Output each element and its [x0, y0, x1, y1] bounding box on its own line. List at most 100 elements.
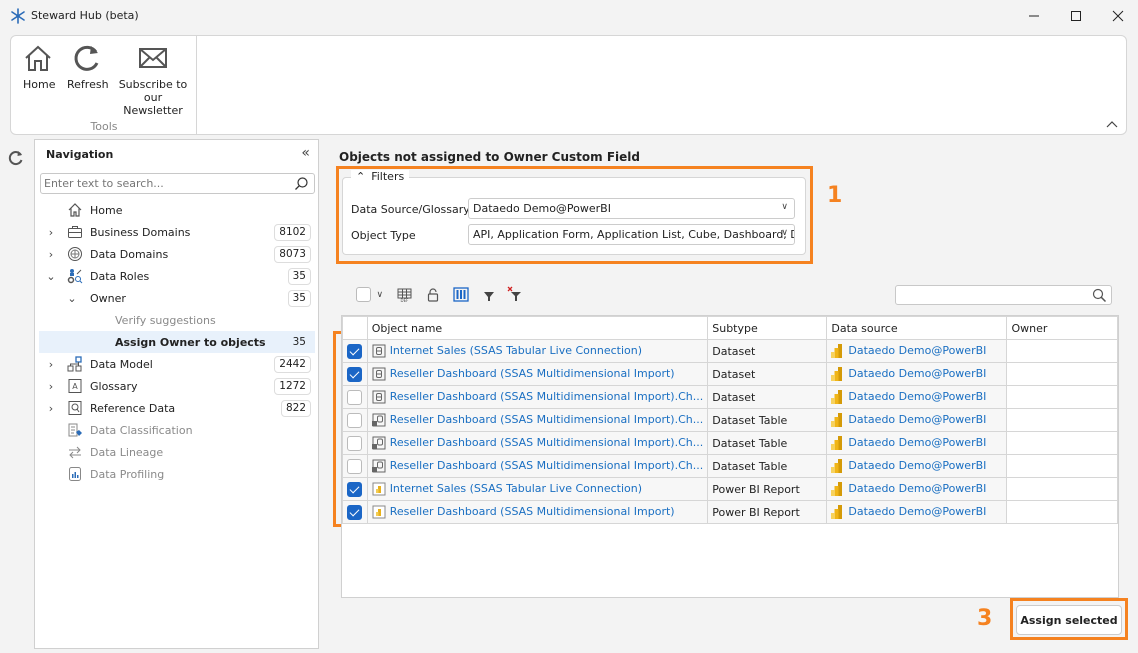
row-checkbox[interactable]	[347, 389, 363, 405]
owner-cell[interactable]	[1006, 362, 1118, 386]
nav-item-glossary[interactable]: › A Glossary 1272	[39, 375, 315, 397]
data-source-link[interactable]: Dataedo Demo@PowerBI	[848, 390, 986, 403]
grid-search[interactable]	[895, 285, 1112, 305]
row-select-cell[interactable]	[342, 477, 368, 501]
owner-cell[interactable]	[1006, 454, 1118, 478]
object-name-link[interactable]: Reseller Dashboard (SSAS Multidimensiona…	[390, 390, 704, 403]
data-source-cell[interactable]: Dataedo Demo@PowerBI	[826, 408, 1008, 432]
navigation-search-input[interactable]	[41, 174, 281, 193]
subscribe-newsletter-button[interactable]: Subscribe to our Newsletter	[117, 44, 189, 117]
clear-filter-icon[interactable]	[507, 286, 522, 302]
table-row[interactable]: Reseller Dashboard (SSAS Multidimensiona…	[342, 431, 1118, 455]
column-definition-icon[interactable]: DEF	[397, 288, 412, 302]
object-name-link[interactable]: Reseller Dashboard (SSAS Multidimensiona…	[390, 413, 704, 426]
column-header-owner[interactable]: Owner	[1006, 316, 1118, 340]
row-select-cell[interactable]	[342, 431, 368, 455]
nav-item-verify-suggestions[interactable]: Verify suggestions	[39, 309, 315, 331]
chevron-down-icon[interactable]: ⌄	[46, 270, 56, 283]
search-icon[interactable]	[294, 176, 309, 191]
chevron-right-icon[interactable]: ›	[46, 402, 56, 415]
row-checkbox[interactable]	[347, 435, 363, 451]
nav-item-data-profiling[interactable]: Data Profiling	[39, 463, 315, 485]
object-name-cell[interactable]: Reseller Dashboard (SSAS Multidimensiona…	[366, 362, 709, 386]
object-name-link[interactable]: Reseller Dashboard (SSAS Multidimensiona…	[390, 505, 675, 518]
data-source-link[interactable]: Dataedo Demo@PowerBI	[848, 344, 986, 357]
nav-item-data-roles[interactable]: ⌄ Data Roles 35	[39, 265, 315, 287]
row-select-cell[interactable]	[342, 454, 368, 478]
select-all-checkbox[interactable]	[356, 287, 371, 302]
nav-item-data-lineage[interactable]: Data Lineage	[39, 441, 315, 463]
column-header-subtype[interactable]: Subtype	[707, 316, 828, 340]
assign-selected-button[interactable]: Assign selected	[1016, 605, 1122, 635]
data-source-cell[interactable]: Dataedo Demo@PowerBI	[826, 500, 1008, 524]
object-name-cell[interactable]: Reseller Dashboard (SSAS Multidimensiona…	[366, 500, 709, 524]
chevron-right-icon[interactable]: ›	[46, 226, 56, 239]
columns-icon[interactable]	[453, 287, 469, 302]
row-checkbox[interactable]	[347, 366, 363, 382]
nav-item-data-domains[interactable]: › Data Domains 8073	[39, 243, 315, 265]
navigation-search[interactable]	[40, 173, 315, 194]
object-name-link[interactable]: Reseller Dashboard (SSAS Multidimensiona…	[390, 367, 675, 380]
owner-cell[interactable]	[1006, 431, 1118, 455]
data-source-link[interactable]: Dataedo Demo@PowerBI	[848, 367, 986, 380]
unlock-icon[interactable]	[427, 288, 439, 302]
column-header-data-source[interactable]: Data source	[826, 316, 1008, 340]
data-source-link[interactable]: Dataedo Demo@PowerBI	[848, 459, 986, 472]
collapse-navigation-icon[interactable]: «	[301, 145, 310, 161]
data-source-link[interactable]: Dataedo Demo@PowerBI	[848, 482, 986, 495]
data-source-link[interactable]: Dataedo Demo@PowerBI	[848, 436, 986, 449]
table-row[interactable]: Reseller Dashboard (SSAS Multidimensiona…	[342, 454, 1118, 478]
close-button[interactable]	[1098, 0, 1138, 32]
owner-cell[interactable]	[1006, 477, 1118, 501]
nav-item-reference-data[interactable]: › Reference Data 822	[39, 397, 315, 419]
row-select-cell[interactable]	[342, 339, 368, 363]
chevron-down-icon[interactable]: ⌄	[67, 292, 77, 305]
maximize-button[interactable]	[1056, 0, 1096, 32]
row-checkbox[interactable]	[347, 504, 363, 520]
chevron-down-icon[interactable]: ∨	[377, 290, 384, 300]
home-button[interactable]: Home	[23, 44, 55, 91]
data-source-link[interactable]: Dataedo Demo@PowerBI	[848, 505, 986, 518]
owner-cell[interactable]	[1006, 408, 1118, 432]
minimize-button[interactable]	[1014, 0, 1054, 32]
row-select-cell[interactable]	[342, 385, 368, 409]
object-name-link[interactable]: Internet Sales (SSAS Tabular Live Connec…	[390, 482, 642, 495]
filter-icon[interactable]	[483, 290, 495, 302]
table-row[interactable]: Reseller Dashboard (SSAS Multidimensiona…	[342, 362, 1118, 386]
nav-item-data-classification[interactable]: Data Classification	[39, 419, 315, 441]
row-select-cell[interactable]	[342, 408, 368, 432]
data-source-cell[interactable]: Dataedo Demo@PowerBI	[826, 339, 1008, 363]
select-all-dropdown[interactable]: ∨	[356, 287, 383, 302]
owner-cell[interactable]	[1006, 385, 1118, 409]
object-name-cell[interactable]: Reseller Dashboard (SSAS Multidimensiona…	[366, 385, 709, 409]
nav-item-assign-owner[interactable]: Assign Owner to objects 35	[39, 331, 315, 353]
object-name-cell[interactable]: Internet Sales (SSAS Tabular Live Connec…	[366, 339, 709, 363]
row-checkbox[interactable]	[347, 412, 363, 428]
table-row[interactable]: Internet Sales (SSAS Tabular Live Connec…	[342, 339, 1118, 363]
table-row[interactable]: Reseller Dashboard (SSAS Multidimensiona…	[342, 385, 1118, 409]
data-source-link[interactable]: Dataedo Demo@PowerBI	[848, 413, 986, 426]
data-source-cell[interactable]: Dataedo Demo@PowerBI	[826, 454, 1008, 478]
row-checkbox[interactable]	[347, 481, 363, 497]
data-source-cell[interactable]: Dataedo Demo@PowerBI	[826, 431, 1008, 455]
data-source-cell[interactable]: Dataedo Demo@PowerBI	[826, 385, 1008, 409]
object-name-cell[interactable]: Reseller Dashboard (SSAS Multidimensiona…	[366, 408, 709, 432]
object-name-link[interactable]: Reseller Dashboard (SSAS Multidimensiona…	[390, 459, 704, 472]
row-select-cell[interactable]	[342, 362, 368, 386]
owner-cell[interactable]	[1006, 500, 1118, 524]
data-source-cell[interactable]: Dataedo Demo@PowerBI	[826, 362, 1008, 386]
row-checkbox[interactable]	[347, 343, 363, 359]
collapse-ribbon-icon[interactable]	[1106, 120, 1118, 128]
refresh-icon[interactable]	[8, 150, 24, 166]
nav-item-business-domains[interactable]: › Business Domains 8102	[39, 221, 315, 243]
object-name-cell[interactable]: Reseller Dashboard (SSAS Multidimensiona…	[366, 431, 709, 455]
nav-item-owner[interactable]: ⌄ Owner 35	[39, 287, 315, 309]
table-row[interactable]: Internet Sales (SSAS Tabular Live Connec…	[342, 477, 1118, 501]
table-row[interactable]: Reseller Dashboard (SSAS Multidimensiona…	[342, 408, 1118, 432]
nav-item-data-model[interactable]: › Data Model 2442	[39, 353, 315, 375]
column-header-select[interactable]	[342, 316, 368, 340]
chevron-right-icon[interactable]: ›	[46, 380, 56, 393]
nav-item-home[interactable]: Home	[39, 199, 315, 221]
refresh-button[interactable]: Refresh	[67, 44, 109, 91]
row-select-cell[interactable]	[342, 500, 368, 524]
